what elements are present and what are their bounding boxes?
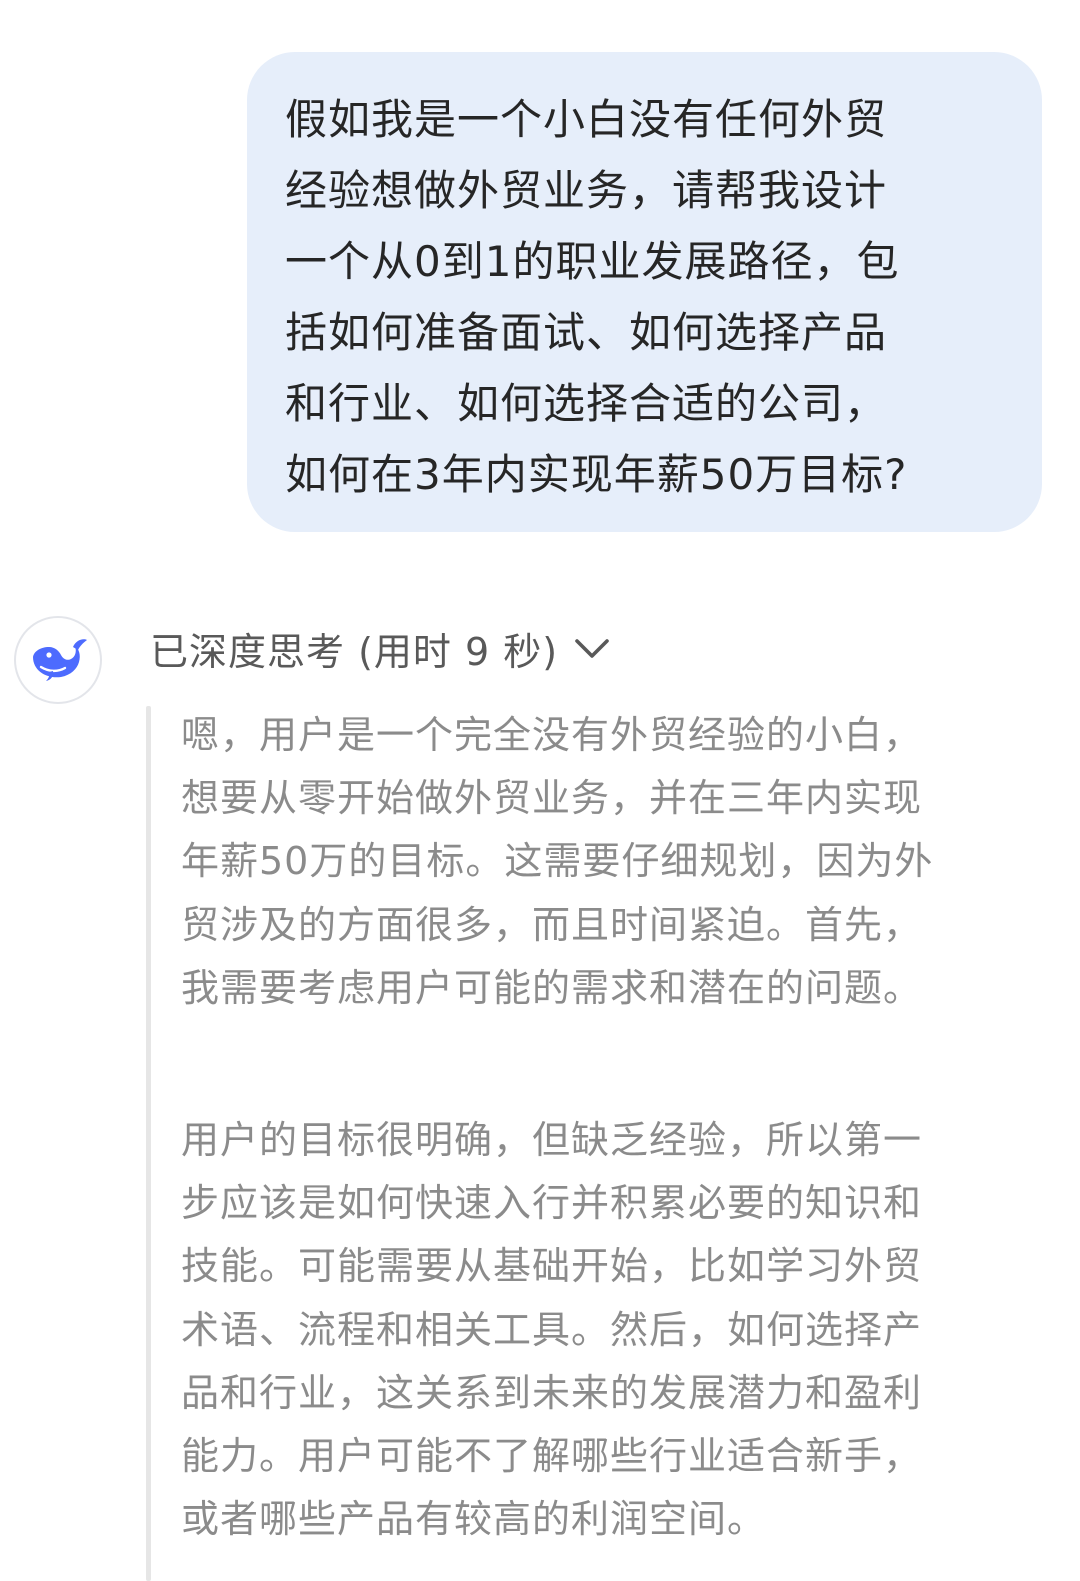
user-message-bubble: 假如我是一个小白没有任何外贸 经验想做外贸业务，请帮我设计 一个从0到1的职业发… — [247, 52, 1042, 532]
assistant-avatar — [14, 616, 102, 704]
thinking-line: 或者哪些产品有较高的利润空间。 — [181, 1497, 767, 1542]
thinking-line: 我需要考虑用户可能的需求和潜在的问题。 — [181, 965, 923, 1010]
thinking-header-label: 已深度思考 (用时 9 秒) — [150, 629, 559, 674]
user-message-line: 经验想做外贸业务，请帮我设计 — [285, 166, 888, 215]
thinking-line: 能力。用户可能不了解哪些行业适合新手， — [181, 1434, 923, 1479]
thinking-quote-bar — [146, 706, 151, 1581]
user-message-line: 假如我是一个小白没有任何外贸 — [285, 95, 888, 144]
thinking-line: 术语、流程和相关工具。然后，如何选择产 — [181, 1307, 923, 1352]
user-message-line: 括如何准备面试、如何选择产品 — [285, 308, 888, 357]
thinking-line: 贸涉及的方面很多，而且时间紧迫。首先， — [181, 902, 923, 947]
user-message-line: 一个从0到1的职业发展路径，包 — [285, 237, 900, 286]
thinking-line: 品和行业，这关系到未来的发展潜力和盈利 — [181, 1370, 923, 1415]
thinking-line: 年薪50万的目标。这需要仔细规划，因为外 — [181, 839, 934, 884]
thinking-paragraph: 嗯，用户是一个完全没有外贸经验的小白， 想要从零开始做外贸业务，并在三年内实现 … — [181, 704, 1061, 1020]
thinking-paragraph: 用户的目标很明确，但缺乏经验，所以第一 步应该是如何快速入行并积累必要的知识和 … — [181, 1109, 1061, 1551]
user-message-line: 和行业、如何选择合适的公司， — [285, 379, 888, 428]
thinking-line: 嗯，用户是一个完全没有外贸经验的小白， — [181, 713, 923, 757]
thinking-line: 用户的目标很明确，但缺乏经验，所以第一 — [181, 1118, 923, 1163]
thinking-line: 步应该是如何快速入行并积累必要的知识和 — [181, 1181, 923, 1226]
thinking-line: 想要从零开始做外贸业务，并在三年内实现 — [181, 776, 923, 821]
chevron-down-icon — [572, 634, 612, 662]
thinking-line: 技能。可能需要从基础开始，比如学习外贸 — [181, 1244, 923, 1289]
thinking-toggle[interactable]: 已深度思考 (用时 9 秒) — [150, 620, 612, 676]
user-message-line: 如何在3年内实现年薪50万目标? — [285, 450, 908, 499]
whale-logo-icon — [33, 639, 87, 681]
thinking-content: 嗯，用户是一个完全没有外贸经验的小白， 想要从零开始做外贸业务，并在三年内实现 … — [181, 704, 1061, 1551]
